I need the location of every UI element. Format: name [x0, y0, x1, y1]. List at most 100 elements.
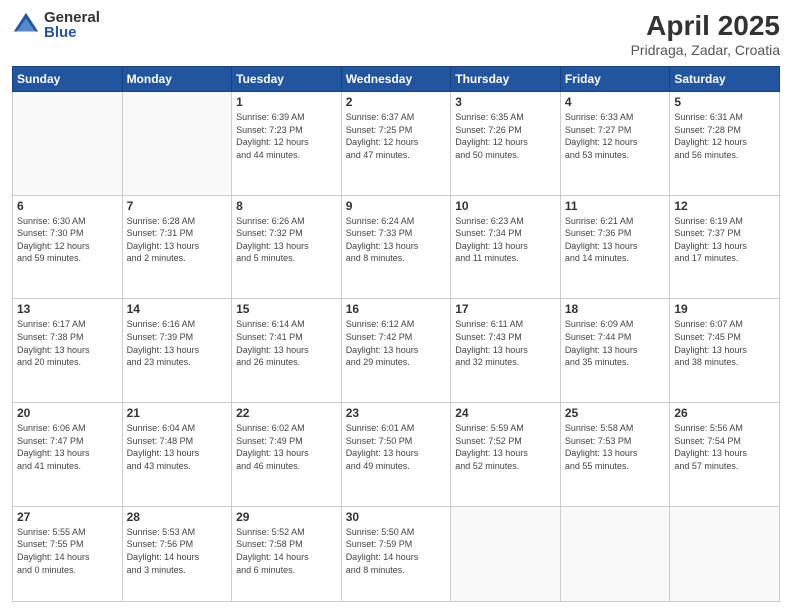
day-info-27: Sunrise: 5:55 AM Sunset: 7:55 PM Dayligh…	[17, 526, 118, 576]
day-info-20: Sunrise: 6:06 AM Sunset: 7:47 PM Dayligh…	[17, 422, 118, 472]
cell-w4-d5	[560, 506, 670, 601]
week-row-3: 20 Sunrise: 6:06 AM Sunset: 7:47 PM Dayli…	[13, 403, 780, 507]
cell-w2-d5: 18 Sunrise: 6:09 AM Sunset: 7:44 PM Dayli…	[560, 299, 670, 403]
day-number-27: 27	[17, 510, 118, 524]
day-number-28: 28	[127, 510, 228, 524]
day-number-18: 18	[565, 302, 666, 316]
day-number-15: 15	[236, 302, 337, 316]
day-number-16: 16	[346, 302, 447, 316]
day-info-11: Sunrise: 6:21 AM Sunset: 7:36 PM Dayligh…	[565, 215, 666, 265]
logo-icon	[12, 11, 40, 39]
day-info-29: Sunrise: 5:52 AM Sunset: 7:58 PM Dayligh…	[236, 526, 337, 576]
day-info-30: Sunrise: 5:50 AM Sunset: 7:59 PM Dayligh…	[346, 526, 447, 576]
cell-w3-d3: 23 Sunrise: 6:01 AM Sunset: 7:50 PM Dayli…	[341, 403, 451, 507]
day-number-7: 7	[127, 199, 228, 213]
day-number-13: 13	[17, 302, 118, 316]
day-number-4: 4	[565, 95, 666, 109]
day-number-3: 3	[455, 95, 556, 109]
page: General Blue April 2025 Pridraga, Zadar,…	[0, 0, 792, 612]
cell-w3-d4: 24 Sunrise: 5:59 AM Sunset: 7:52 PM Dayli…	[451, 403, 561, 507]
location: Pridraga, Zadar, Croatia	[631, 42, 780, 58]
day-number-10: 10	[455, 199, 556, 213]
cell-w3-d5: 25 Sunrise: 5:58 AM Sunset: 7:53 PM Dayli…	[560, 403, 670, 507]
week-row-0: 1 Sunrise: 6:39 AM Sunset: 7:23 PM Daylig…	[13, 92, 780, 196]
logo-text: General Blue	[44, 10, 100, 40]
day-info-7: Sunrise: 6:28 AM Sunset: 7:31 PM Dayligh…	[127, 215, 228, 265]
day-number-2: 2	[346, 95, 447, 109]
cell-w1-d1: 7 Sunrise: 6:28 AM Sunset: 7:31 PM Daylig…	[122, 195, 232, 299]
day-number-5: 5	[674, 95, 775, 109]
day-number-11: 11	[565, 199, 666, 213]
cell-w0-d6: 5 Sunrise: 6:31 AM Sunset: 7:28 PM Daylig…	[670, 92, 780, 196]
week-row-1: 6Sunrise: 6:30 AM Sunset: 7:30 PM Daylig…	[13, 195, 780, 299]
day-info-5: Sunrise: 6:31 AM Sunset: 7:28 PM Dayligh…	[674, 111, 775, 161]
day-info-8: Sunrise: 6:26 AM Sunset: 7:32 PM Dayligh…	[236, 215, 337, 265]
cell-w4-d4	[451, 506, 561, 601]
title-section: April 2025 Pridraga, Zadar, Croatia	[631, 10, 780, 58]
day-number-20: 20	[17, 406, 118, 420]
day-info-23: Sunrise: 6:01 AM Sunset: 7:50 PM Dayligh…	[346, 422, 447, 472]
day-number-25: 25	[565, 406, 666, 420]
week-row-2: 13 Sunrise: 6:17 AM Sunset: 7:38 PM Dayli…	[13, 299, 780, 403]
cell-w3-d6: 26Sunrise: 5:56 AM Sunset: 7:54 PM Dayli…	[670, 403, 780, 507]
day-number-24: 24	[455, 406, 556, 420]
header-thursday: Thursday	[451, 67, 561, 92]
day-info-9: Sunrise: 6:24 AM Sunset: 7:33 PM Dayligh…	[346, 215, 447, 265]
cell-w1-d2: 8 Sunrise: 6:26 AM Sunset: 7:32 PM Daylig…	[232, 195, 342, 299]
header-monday: Monday	[122, 67, 232, 92]
day-number-17: 17	[455, 302, 556, 316]
day-info-25: Sunrise: 5:58 AM Sunset: 7:53 PM Dayligh…	[565, 422, 666, 472]
day-number-21: 21	[127, 406, 228, 420]
day-number-30: 30	[346, 510, 447, 524]
day-number-22: 22	[236, 406, 337, 420]
day-number-8: 8	[236, 199, 337, 213]
cell-w2-d0: 13 Sunrise: 6:17 AM Sunset: 7:38 PM Dayli…	[13, 299, 123, 403]
cell-w2-d2: 15 Sunrise: 6:14 AM Sunset: 7:41 PM Dayli…	[232, 299, 342, 403]
cell-w0-d1	[122, 92, 232, 196]
day-number-14: 14	[127, 302, 228, 316]
weekday-header-row: Sunday Monday Tuesday Wednesday Thursday…	[13, 67, 780, 92]
header-friday: Friday	[560, 67, 670, 92]
day-number-29: 29	[236, 510, 337, 524]
cell-w3-d1: 21 Sunrise: 6:04 AM Sunset: 7:48 PM Dayli…	[122, 403, 232, 507]
day-info-19: Sunrise: 6:07 AM Sunset: 7:45 PM Dayligh…	[674, 318, 775, 368]
day-number-12: 12	[674, 199, 775, 213]
header-wednesday: Wednesday	[341, 67, 451, 92]
day-info-26: Sunrise: 5:56 AM Sunset: 7:54 PM Dayligh…	[674, 422, 775, 472]
calendar-table: Sunday Monday Tuesday Wednesday Thursday…	[12, 66, 780, 602]
month-year: April 2025	[631, 10, 780, 42]
cell-w3-d2: 22Sunrise: 6:02 AM Sunset: 7:49 PM Dayli…	[232, 403, 342, 507]
cell-w2-d3: 16Sunrise: 6:12 AM Sunset: 7:42 PM Dayli…	[341, 299, 451, 403]
day-info-13: Sunrise: 6:17 AM Sunset: 7:38 PM Dayligh…	[17, 318, 118, 368]
cell-w1-d6: 12 Sunrise: 6:19 AM Sunset: 7:37 PM Dayli…	[670, 195, 780, 299]
day-number-19: 19	[674, 302, 775, 316]
logo: General Blue	[12, 10, 100, 40]
cell-w3-d0: 20 Sunrise: 6:06 AM Sunset: 7:47 PM Dayli…	[13, 403, 123, 507]
day-info-2: Sunrise: 6:37 AM Sunset: 7:25 PM Dayligh…	[346, 111, 447, 161]
cell-w1-d4: 10Sunrise: 6:23 AM Sunset: 7:34 PM Dayli…	[451, 195, 561, 299]
day-info-24: Sunrise: 5:59 AM Sunset: 7:52 PM Dayligh…	[455, 422, 556, 472]
day-info-14: Sunrise: 6:16 AM Sunset: 7:39 PM Dayligh…	[127, 318, 228, 368]
day-info-15: Sunrise: 6:14 AM Sunset: 7:41 PM Dayligh…	[236, 318, 337, 368]
cell-w0-d3: 2 Sunrise: 6:37 AM Sunset: 7:25 PM Daylig…	[341, 92, 451, 196]
cell-w2-d6: 19 Sunrise: 6:07 AM Sunset: 7:45 PM Dayli…	[670, 299, 780, 403]
day-info-6: Sunrise: 6:30 AM Sunset: 7:30 PM Dayligh…	[17, 215, 118, 265]
day-info-18: Sunrise: 6:09 AM Sunset: 7:44 PM Dayligh…	[565, 318, 666, 368]
day-number-1: 1	[236, 95, 337, 109]
cell-w0-d0	[13, 92, 123, 196]
header: General Blue April 2025 Pridraga, Zadar,…	[12, 10, 780, 58]
cell-w2-d1: 14 Sunrise: 6:16 AM Sunset: 7:39 PM Dayli…	[122, 299, 232, 403]
cell-w4-d2: 29 Sunrise: 5:52 AM Sunset: 7:58 PM Dayli…	[232, 506, 342, 601]
day-info-21: Sunrise: 6:04 AM Sunset: 7:48 PM Dayligh…	[127, 422, 228, 472]
cell-w1-d5: 11 Sunrise: 6:21 AM Sunset: 7:36 PM Dayli…	[560, 195, 670, 299]
day-number-23: 23	[346, 406, 447, 420]
week-row-4: 27 Sunrise: 5:55 AM Sunset: 7:55 PM Dayli…	[13, 506, 780, 601]
cell-w4-d1: 28Sunrise: 5:53 AM Sunset: 7:56 PM Dayli…	[122, 506, 232, 601]
header-sunday: Sunday	[13, 67, 123, 92]
day-info-4: Sunrise: 6:33 AM Sunset: 7:27 PM Dayligh…	[565, 111, 666, 161]
cell-w0-d2: 1 Sunrise: 6:39 AM Sunset: 7:23 PM Daylig…	[232, 92, 342, 196]
cell-w4-d6	[670, 506, 780, 601]
logo-general-text: General	[44, 10, 100, 25]
day-info-12: Sunrise: 6:19 AM Sunset: 7:37 PM Dayligh…	[674, 215, 775, 265]
day-info-1: Sunrise: 6:39 AM Sunset: 7:23 PM Dayligh…	[236, 111, 337, 161]
